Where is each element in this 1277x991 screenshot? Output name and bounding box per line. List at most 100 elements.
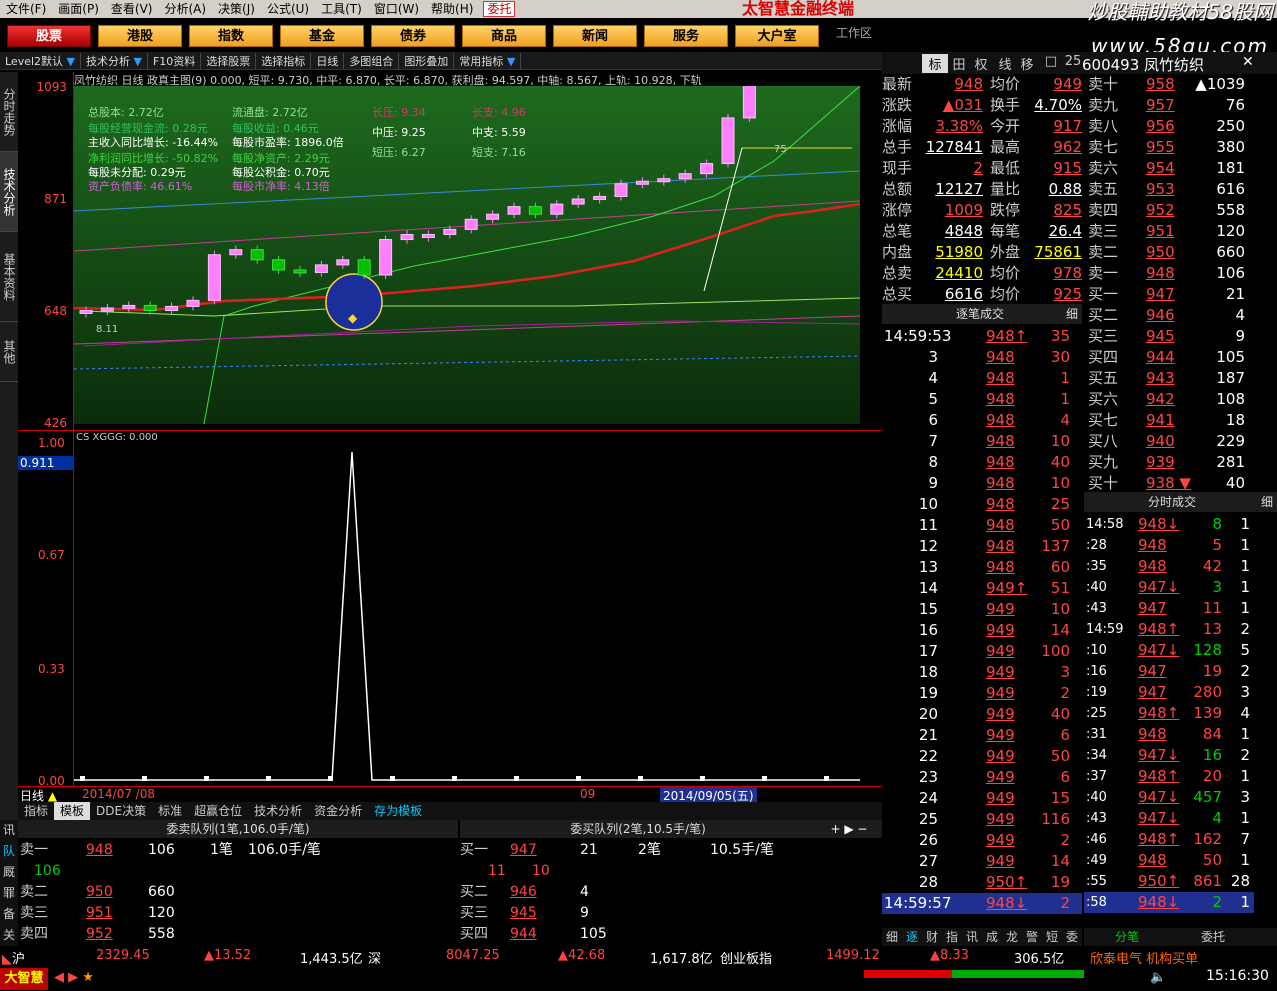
quote-hdr-tab[interactable]: 权 bbox=[970, 54, 992, 73]
app-logo[interactable]: 大智慧 bbox=[0, 968, 48, 990]
quote-tab[interactable]: 警 bbox=[1022, 928, 1042, 946]
entrust-button[interactable]: 委托 bbox=[483, 1, 516, 17]
quote-tab[interactable]: 细 bbox=[882, 928, 902, 946]
quote-hdr-tab[interactable]: 25 bbox=[1062, 54, 1084, 69]
book-price[interactable]: 945 bbox=[1146, 326, 1175, 347]
quote-tab[interactable]: 成 bbox=[982, 928, 1002, 946]
quote-hdr-tab[interactable]: 线 bbox=[994, 54, 1016, 73]
book-price[interactable]: 954 bbox=[1146, 158, 1175, 179]
tab-save-template[interactable]: 存为模板 bbox=[368, 802, 428, 820]
book-price[interactable]: 952 bbox=[1146, 200, 1175, 221]
book-price[interactable]: 940 bbox=[1146, 431, 1175, 452]
vtab-tech[interactable]: 技术分析 bbox=[0, 152, 18, 232]
tab-dde[interactable]: DDE决策 bbox=[90, 802, 152, 820]
nav-stock-button[interactable]: 股票 bbox=[7, 25, 91, 47]
book-volume: 380 bbox=[1216, 138, 1245, 156]
toolbar-level2[interactable]: Level2默认 ▼ bbox=[0, 52, 82, 69]
queue-tab[interactable]: 厩 bbox=[0, 862, 18, 883]
toolbar-select-stock[interactable]: 选择股票 bbox=[201, 52, 257, 69]
nav-news-button[interactable]: 新闻 bbox=[553, 25, 637, 47]
toolbar-f10[interactable]: F10资料 bbox=[148, 52, 202, 69]
book-price[interactable]: 947 bbox=[1146, 284, 1175, 305]
toolbar-multi[interactable]: 多图组合 bbox=[344, 52, 400, 69]
toolbar-tech[interactable]: 技术分析 ▼ bbox=[81, 52, 148, 69]
nav-hk-button[interactable]: 港股 bbox=[98, 25, 182, 47]
book-price[interactable]: 944 bbox=[1146, 347, 1175, 368]
quote-tab[interactable]: 逐 bbox=[902, 928, 922, 946]
tick-volume: 40 bbox=[1050, 453, 1070, 471]
queue-tab[interactable]: 罪 bbox=[0, 883, 18, 904]
ticks-detail-button[interactable]: 细 bbox=[1066, 304, 1078, 324]
tab-fund-analysis[interactable]: 资金分析 bbox=[308, 802, 368, 820]
tab-tech-analysis[interactable]: 技术分析 bbox=[248, 802, 308, 820]
nav-bond-button[interactable]: 债券 bbox=[371, 25, 455, 47]
quote-hdr-tab[interactable]: □ bbox=[1040, 54, 1062, 69]
tab-standard[interactable]: 标准 bbox=[152, 802, 188, 820]
quote-hdr-tab[interactable]: 田 bbox=[948, 54, 970, 73]
menu-decision[interactable]: 决策(J) bbox=[212, 0, 261, 18]
queue-tab[interactable]: 讯 bbox=[0, 820, 18, 841]
queue-tab[interactable]: 队 bbox=[0, 841, 18, 862]
book-price[interactable]: 948 bbox=[1146, 263, 1175, 284]
book-price[interactable]: 950 bbox=[1146, 242, 1175, 263]
sz-change: ▲42.68 bbox=[558, 948, 606, 963]
vtab-basic[interactable]: 基本资料 bbox=[0, 232, 18, 322]
news-ticker[interactable]: 欣泰电气 机构买单 bbox=[1090, 948, 1198, 967]
book-price[interactable]: 942 bbox=[1146, 389, 1175, 410]
sub-chart[interactable] bbox=[74, 432, 882, 786]
sound-icon[interactable]: 🔈 bbox=[1150, 970, 1166, 985]
menu-view[interactable]: 画面(P) bbox=[52, 0, 105, 18]
sz-amount: 1,617.8亿 bbox=[650, 952, 713, 967]
book-price[interactable]: 955 bbox=[1146, 137, 1175, 158]
toolbar-overlay[interactable]: 图形叠加 bbox=[399, 52, 455, 69]
book-price[interactable]: 951 bbox=[1146, 221, 1175, 242]
book-price[interactable]: 958 bbox=[1146, 74, 1175, 95]
book-price[interactable]: 941 bbox=[1146, 410, 1175, 431]
menu-help[interactable]: 帮助(H) bbox=[425, 0, 479, 18]
tab-position[interactable]: 超赢仓位 bbox=[188, 802, 248, 820]
tab-entrust[interactable]: 委托 bbox=[1170, 928, 1256, 946]
toolbar-select-indicator[interactable]: 选择指标 bbox=[256, 52, 312, 69]
quote-tab[interactable]: 短 bbox=[1042, 928, 1062, 946]
quote-tab[interactable]: 财 bbox=[922, 928, 942, 946]
book-price[interactable]: 956 bbox=[1146, 116, 1175, 137]
vtab-other[interactable]: 其他 bbox=[0, 322, 18, 382]
toolbar-common-indicator[interactable]: 常用指标 ▼ bbox=[454, 52, 522, 69]
book-price[interactable]: 953 bbox=[1146, 179, 1175, 200]
menu-file[interactable]: 文件(F) bbox=[0, 0, 52, 18]
book-price[interactable]: 957 bbox=[1146, 95, 1175, 116]
quote-tab[interactable]: 讯 bbox=[962, 928, 982, 946]
quote-hdr-tab[interactable]: 移 bbox=[1016, 54, 1038, 73]
quote-tab[interactable]: 龙 bbox=[1002, 928, 1022, 946]
toolbar-daily[interactable]: 日线 bbox=[311, 52, 345, 69]
queue-tab[interactable]: 备 bbox=[0, 904, 18, 925]
menu-tools[interactable]: 工具(T) bbox=[315, 0, 368, 18]
nav-arrows-icon[interactable]: ◀ ▶ ★ bbox=[54, 970, 94, 985]
main-chart[interactable]: 75 8.11 ◆ 总股本: 2.72亿 流通盘: 2.72亿 长压: 9.34… bbox=[74, 86, 882, 428]
book-price[interactable]: 943 bbox=[1146, 368, 1175, 389]
nav-commodity-button[interactable]: 商品 bbox=[462, 25, 546, 47]
tab-template[interactable]: 模板 bbox=[54, 802, 91, 820]
quote-hdr-tab[interactable]: 标 bbox=[922, 54, 948, 73]
menu-look[interactable]: 查看(V) bbox=[105, 0, 159, 18]
nav-index-button[interactable]: 指数 bbox=[189, 25, 273, 47]
workzone-label[interactable]: 工作区 bbox=[836, 24, 872, 41]
minute-detail-button[interactable]: 细 bbox=[1261, 492, 1273, 512]
nav-vip-button[interactable]: 大户室 bbox=[735, 25, 819, 47]
quote-tab[interactable]: 指 bbox=[942, 928, 962, 946]
vtab-timeshare[interactable]: 分时走势 bbox=[0, 72, 18, 152]
tab-ticks[interactable]: 分笔 bbox=[1084, 928, 1170, 946]
quote-tab[interactable]: 委 bbox=[1062, 928, 1082, 946]
tab-indicator[interactable]: 指标 bbox=[18, 802, 54, 820]
book-price[interactable]: 939 bbox=[1146, 452, 1175, 473]
book-price[interactable]: 946 bbox=[1146, 305, 1175, 326]
menu-window[interactable]: 窗口(W) bbox=[368, 0, 425, 18]
close-icon[interactable]: ✕ bbox=[1242, 54, 1254, 70]
menu-analysis[interactable]: 分析(A) bbox=[158, 0, 212, 18]
queue-tab[interactable]: 关 bbox=[0, 925, 18, 946]
book-price[interactable]: 938 ▼ bbox=[1146, 473, 1191, 494]
nav-fund-button[interactable]: 基金 bbox=[280, 25, 364, 47]
menu-formula[interactable]: 公式(U) bbox=[261, 0, 315, 18]
queue-controls[interactable]: + ▶ − bbox=[816, 820, 882, 838]
nav-service-button[interactable]: 服务 bbox=[644, 25, 728, 47]
